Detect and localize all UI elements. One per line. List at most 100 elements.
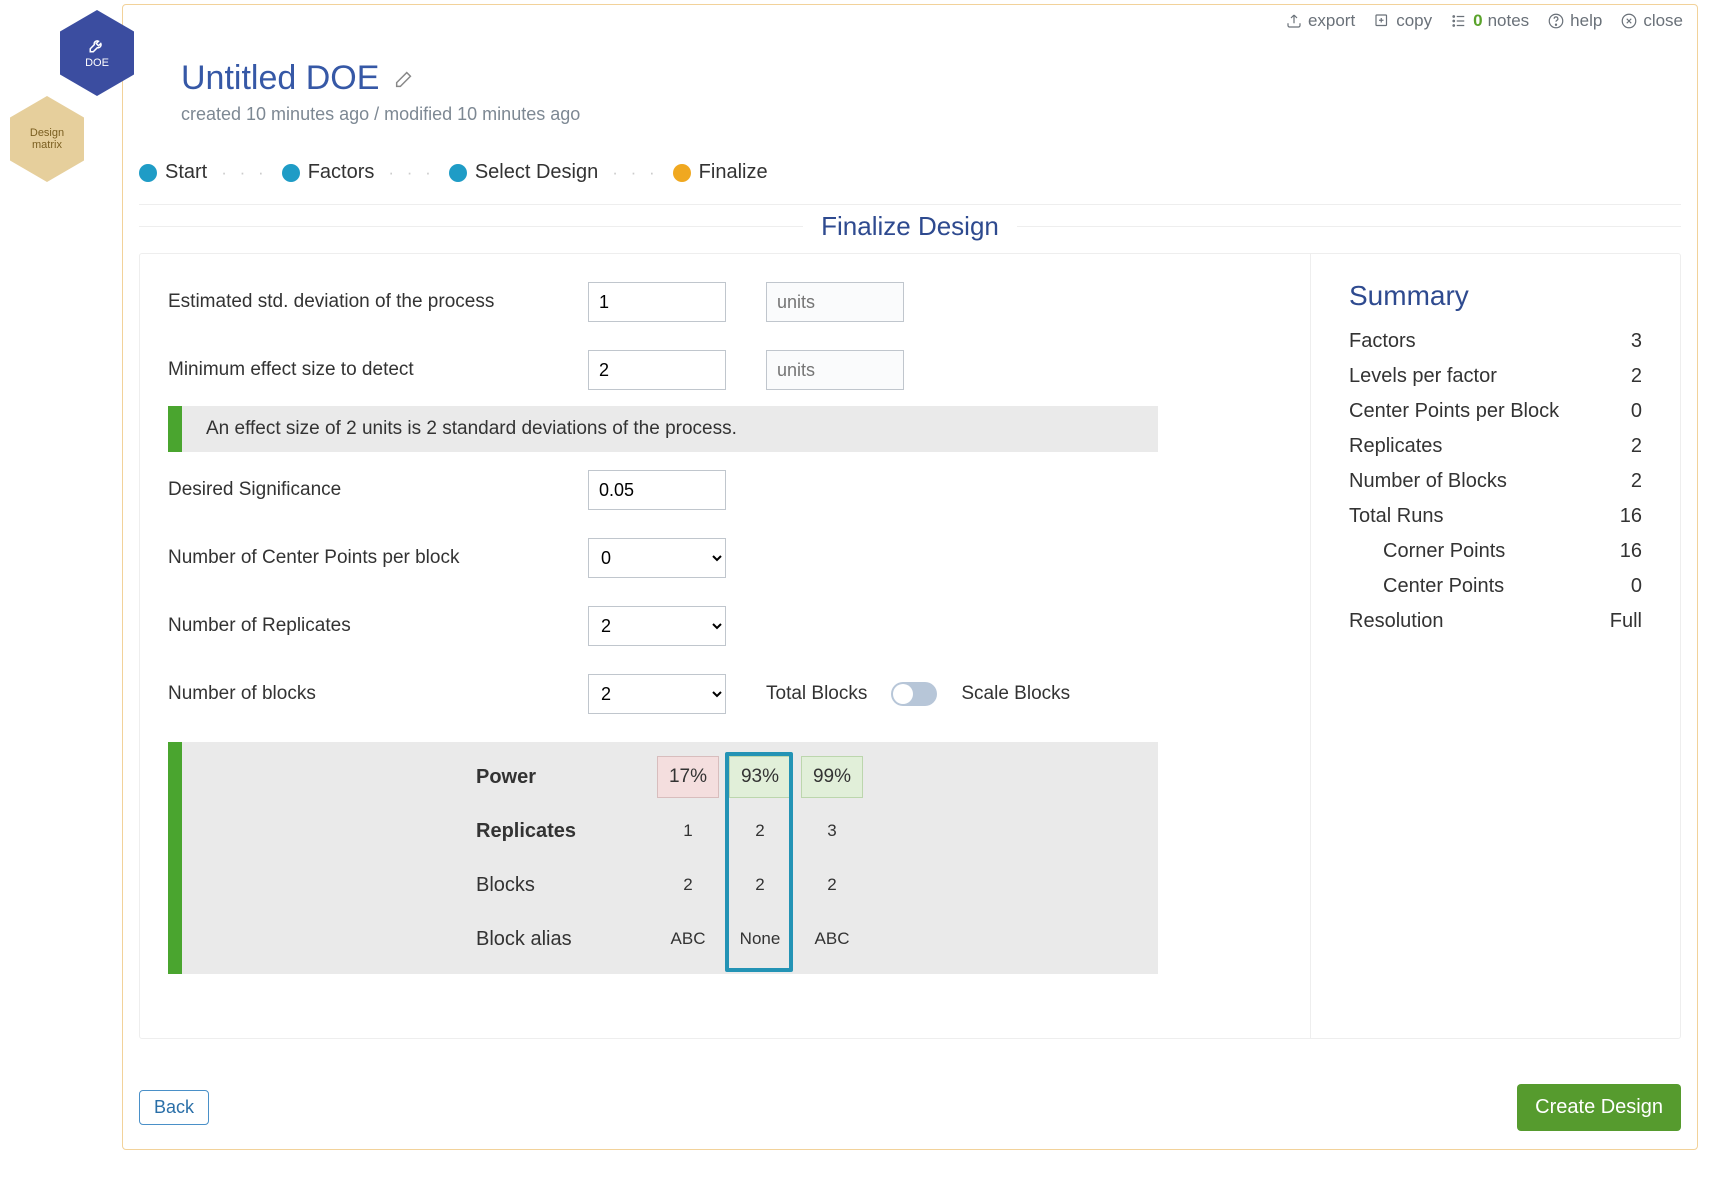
step-separator: · · · — [608, 163, 662, 183]
stepper: Start · · · Factors · · · Select Design … — [139, 161, 1681, 205]
export-label: export — [1308, 11, 1355, 31]
summary-row: Resolution Full — [1349, 610, 1642, 633]
summary-row-value: 2 — [1631, 470, 1642, 493]
design-matrix-label-1: Design — [30, 127, 64, 139]
alias-cell: ABC — [671, 929, 706, 949]
summary-row-value: 0 — [1631, 575, 1642, 598]
effect-info-banner: An effect size of 2 units is 2 standard … — [168, 406, 1158, 452]
export-button[interactable]: export — [1285, 11, 1355, 31]
alias-cell: ABC — [815, 929, 850, 949]
alias-cell: None — [740, 929, 781, 949]
step-start[interactable]: Start — [139, 161, 207, 184]
min-effect-input[interactable] — [588, 350, 726, 390]
step-finalize[interactable]: Finalize — [673, 161, 768, 184]
summary-row: Total Runs 16 — [1349, 505, 1642, 528]
summary-row-value: 3 — [1631, 330, 1642, 353]
replicates-label: Number of Replicates — [168, 615, 588, 637]
blocks-cell: 2 — [755, 875, 764, 895]
summary-row: Corner Points 16 — [1349, 540, 1642, 563]
power-table: Power 17% 93% 99% Replicates 1 2 3 Block… — [472, 750, 868, 966]
notes-icon — [1450, 12, 1468, 30]
export-icon — [1285, 12, 1303, 30]
blocks-cell: 2 — [827, 875, 836, 895]
std-dev-input[interactable] — [588, 282, 726, 322]
power-analysis-block: Power 17% 93% 99% Replicates 1 2 3 Block… — [168, 742, 1158, 974]
center-points-select[interactable]: 0 — [588, 538, 726, 578]
close-icon — [1620, 12, 1638, 30]
blocks-cell: 2 — [683, 875, 692, 895]
form-column: Estimated std. deviation of the process … — [140, 254, 1310, 1038]
step-dot-icon — [449, 164, 467, 182]
step-factors[interactable]: Factors — [282, 161, 375, 184]
banner-stripe — [168, 406, 182, 452]
summary-row-label: Total Runs — [1349, 505, 1444, 528]
design-matrix-label-2: matrix — [32, 139, 62, 151]
step-dot-icon — [282, 164, 300, 182]
close-button[interactable]: close — [1620, 11, 1683, 31]
summary-row-label: Corner Points — [1383, 540, 1505, 563]
summary-title: Summary — [1349, 280, 1642, 312]
summary-row-label: Resolution — [1349, 610, 1444, 633]
min-effect-units-input[interactable] — [766, 350, 904, 390]
copy-icon — [1373, 12, 1391, 30]
power-cell[interactable]: 99% — [801, 756, 863, 798]
summary-row-label: Number of Blocks — [1349, 470, 1507, 493]
wrench-icon — [88, 36, 106, 54]
top-toolbar: export copy 0 notes help close — [1285, 11, 1683, 31]
step-dot-icon — [139, 164, 157, 182]
design-matrix-badge[interactable]: Design matrix — [10, 96, 84, 182]
step-separator: · · · — [217, 163, 271, 183]
replicates-cell: 1 — [683, 821, 692, 841]
page-title-text: Untitled DOE — [181, 59, 379, 98]
summary-row-label: Center Points per Block — [1349, 400, 1559, 423]
blocks-label: Number of blocks — [168, 683, 588, 705]
copy-button[interactable]: copy — [1373, 11, 1432, 31]
create-design-button[interactable]: Create Design — [1517, 1084, 1681, 1131]
help-label: help — [1570, 11, 1602, 31]
block-stripe — [168, 742, 182, 974]
edit-title-icon[interactable] — [393, 68, 415, 90]
summary-row: Levels per factor 2 — [1349, 365, 1642, 388]
step-select-design[interactable]: Select Design — [449, 161, 598, 184]
summary-row-label: Levels per factor — [1349, 365, 1497, 388]
summary-row-value: 0 — [1631, 400, 1642, 423]
summary-row-label: Replicates — [1349, 435, 1442, 458]
power-cell[interactable]: 17% — [657, 756, 719, 798]
summary-row-label: Factors — [1349, 330, 1416, 353]
summary-row-label: Center Points — [1383, 575, 1504, 598]
blocks-select[interactable]: 2 — [588, 674, 726, 714]
summary-row: Center Points 0 — [1349, 575, 1642, 598]
divider — [1017, 226, 1681, 227]
main-card: export copy 0 notes help close Untitled … — [122, 4, 1698, 1150]
doe-badge-label: DOE — [85, 57, 109, 69]
block-scale-options: Total Blocks Scale Blocks — [766, 682, 1070, 706]
summary-row-value: 2 — [1631, 435, 1642, 458]
notes-button[interactable]: 0 notes — [1450, 11, 1529, 31]
summary-row: Center Points per Block 0 — [1349, 400, 1642, 423]
back-button[interactable]: Back — [139, 1090, 209, 1125]
summary-row-value: Full — [1610, 610, 1642, 633]
significance-label: Desired Significance — [168, 479, 588, 501]
total-blocks-label: Total Blocks — [766, 683, 867, 705]
significance-input[interactable] — [588, 470, 726, 510]
scale-blocks-label: Scale Blocks — [961, 683, 1070, 705]
power-cell[interactable]: 93% — [729, 756, 791, 798]
summary-row: Replicates 2 — [1349, 435, 1642, 458]
copy-label: copy — [1396, 11, 1432, 31]
summary-row-value: 16 — [1620, 505, 1642, 528]
close-label: close — [1643, 11, 1683, 31]
notes-label: notes — [1488, 11, 1530, 31]
blocks-mode-toggle[interactable] — [891, 682, 937, 706]
help-button[interactable]: help — [1547, 11, 1602, 31]
header: Untitled DOE created 10 minutes ago / mo… — [181, 59, 580, 125]
replicates-row-label: Replicates — [472, 820, 576, 843]
std-dev-units-input[interactable] — [766, 282, 904, 322]
help-icon — [1547, 12, 1565, 30]
summary-row-value: 2 — [1631, 365, 1642, 388]
replicates-select[interactable]: 2 — [588, 606, 726, 646]
summary-column: Summary Factors 3 Levels per factor 2 Center… — [1310, 254, 1680, 1038]
page-subtitle: created 10 minutes ago / modified 10 min… — [181, 104, 580, 125]
summary-row-value: 16 — [1620, 540, 1642, 563]
step-label: Finalize — [699, 161, 768, 184]
summary-row: Factors 3 — [1349, 330, 1642, 353]
